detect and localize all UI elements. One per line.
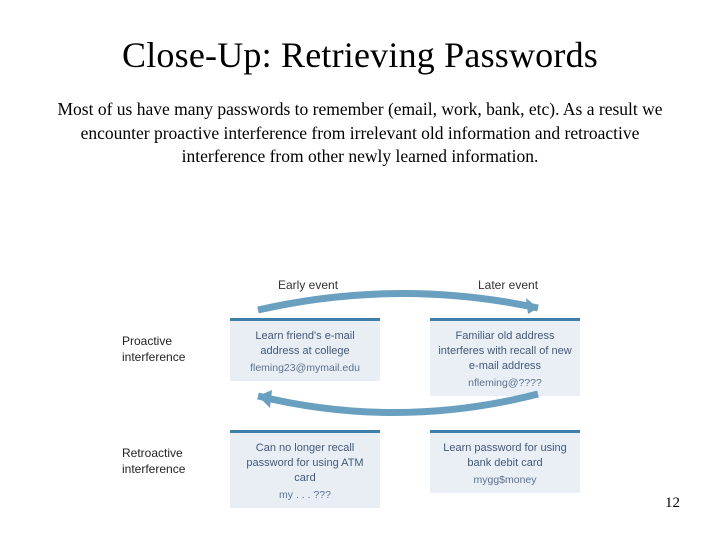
row-label-retroactive: Retroactive interference xyxy=(122,446,202,477)
arrow-proactive xyxy=(238,286,558,318)
row-label-proactive: Proactive interference xyxy=(122,334,202,365)
box-text: Learn friend's e-mail address at college xyxy=(236,329,374,359)
box-subtext: my . . . ??? xyxy=(236,488,374,502)
box-retroactive-early: Can no longer recall password for using … xyxy=(230,430,380,508)
box-subtext: mygg$money xyxy=(436,473,574,487)
box-proactive-later: Familiar old address interferes with rec… xyxy=(430,318,580,396)
slide-body-text: Most of us have many passwords to rememb… xyxy=(32,98,688,169)
interference-diagram: Early event Later event Proactive interf… xyxy=(130,280,610,510)
box-subtext: fleming23@mymail.edu xyxy=(236,361,374,375)
arrow-retroactive xyxy=(238,388,558,424)
box-retroactive-later: Learn password for using bank debit card… xyxy=(430,430,580,493)
box-proactive-early: Learn friend's e-mail address at college… xyxy=(230,318,380,381)
box-text: Learn password for using bank debit card xyxy=(436,441,574,471)
box-text: Can no longer recall password for using … xyxy=(236,441,374,486)
slide: Close-Up: Retrieving Passwords Most of u… xyxy=(0,0,720,540)
box-text: Familiar old address interferes with rec… xyxy=(436,329,574,374)
slide-title: Close-Up: Retrieving Passwords xyxy=(32,34,688,76)
page-number: 12 xyxy=(665,495,680,512)
